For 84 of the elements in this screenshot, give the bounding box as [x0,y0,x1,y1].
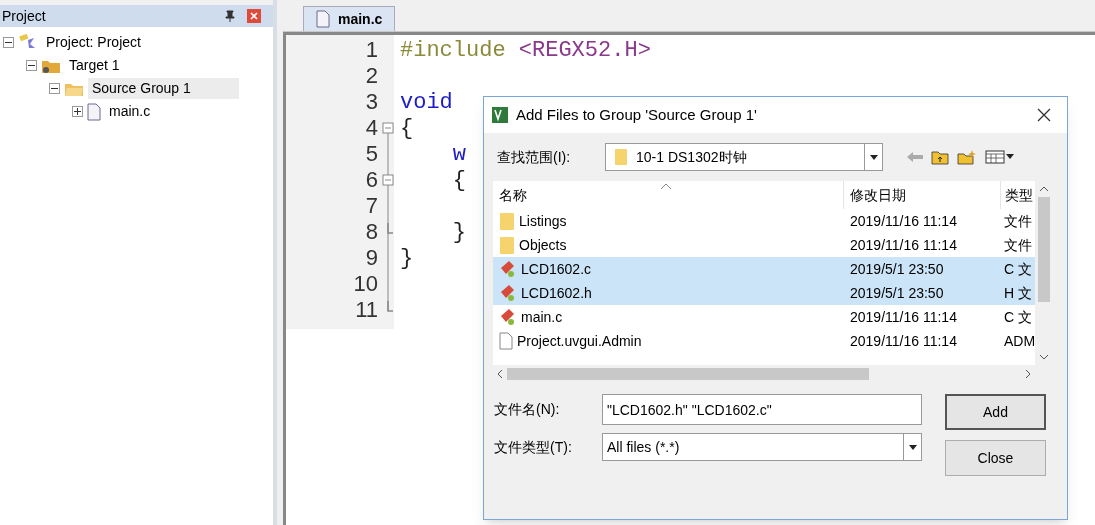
tree-item[interactable]: main.c [105,101,155,122]
file-name: Objects [519,235,567,255]
file-date: 2019/5/1 23:50 [849,259,945,279]
line-number: 4 [365,115,378,141]
pin-icon[interactable] [225,10,235,22]
tree-item[interactable]: Source Group 1 [88,78,239,99]
file-date: 2019/11/16 11:14 [849,331,958,351]
code-line: w [451,140,466,169]
file-type: H 文 [1003,283,1033,303]
line-number: 7 [365,193,378,219]
file-name-label: 文件名(N): [494,400,561,419]
scrollbar-thumb[interactable] [1037,197,1050,302]
code-line: { [451,166,466,195]
line-number: 11 [355,297,378,323]
file-row[interactable]: Listings 2019/11/16 11:14 文件 [493,209,1035,233]
editor-tab[interactable]: main.c [303,6,396,31]
scrollbar-thumb[interactable] [507,367,869,380]
file-row[interactable]: main.c 2019/11/16 11:14 C 文 [493,305,1035,329]
line-number: 3 [365,89,378,115]
close-icon[interactable] [1037,108,1051,122]
tree-item[interactable]: Target 1 [65,55,124,76]
column-header[interactable]: 名称 [493,181,843,209]
code-line: { [399,114,414,143]
line-number: 5 [365,141,378,167]
file-date: 2019/11/16 11:14 [849,235,958,255]
file-type-dropdown[interactable]: All files (*.*) [602,433,922,461]
file-type-value: All files (*.*) [607,437,681,457]
collapse-icon[interactable] [49,83,60,94]
dialog-button[interactable]: Close [945,440,1046,476]
code-line: } [451,218,466,247]
new-folder-icon[interactable] [957,149,977,165]
file-name: Project.uvgui.Admin [517,331,642,351]
look-in-dropdown[interactable]: 10-1 DS1302时钟 [605,143,883,171]
source-file-icon [499,284,517,302]
dialog-title: Add Files to Group 'Source Group 1' [516,104,758,125]
panel-title: Project [1,6,46,26]
up-folder-icon[interactable] [931,149,949,165]
file-icon [87,102,101,121]
file-type-label: 文件类型(T): [494,437,573,457]
file-name-field[interactable]: "LCD1602.h" "LCD1602.c" [602,394,922,425]
file-row[interactable]: LCD1602.c 2019/5/1 23:50 C 文 [493,257,1035,281]
fold-icon[interactable] [382,174,394,186]
line-number: 10 [353,271,378,297]
folder-icon [614,148,628,166]
file-row[interactable]: Project.uvgui.Admin 2019/11/16 11:14 ADM [493,329,1035,353]
file-name: LCD1602.c [521,259,592,279]
line-number: 9 [365,245,378,271]
file-row[interactable]: Objects 2019/11/16 11:14 文件 [493,233,1035,257]
file-type: 文件 [1003,211,1033,231]
source-file-icon [499,260,517,278]
file-icon [316,10,330,28]
look-in-value: 10-1 DS1302时钟 [636,147,748,167]
file-type: ADM [1003,331,1035,351]
file-date: 2019/5/1 23:50 [849,283,945,303]
expand-icon[interactable] [72,106,83,117]
code-line: void [399,88,453,117]
file-type: 文件 [1003,235,1033,255]
dialog-button[interactable]: Add [945,394,1046,430]
view-menu-icon[interactable] [985,150,1015,164]
collapse-icon[interactable] [3,37,14,48]
folder-icon [499,211,515,231]
tab-label: main.c [338,9,383,29]
document-icon [499,332,513,350]
app-icon [492,107,508,123]
file-date: 2019/11/16 11:14 [849,307,958,327]
line-number: 8 [365,219,378,245]
tree-item[interactable]: Project: Project [42,32,145,53]
folder-icon [499,235,515,255]
file-name: LCD1602.h [521,283,592,303]
file-name: Listings [519,211,567,231]
source-file-icon [499,308,517,326]
collapse-icon[interactable] [26,60,37,71]
look-in-label: 查找范围(I): [497,147,572,167]
line-number: 1 [365,37,378,63]
file-name: main.c [521,307,563,327]
column-header[interactable]: 修改日期 [843,181,1000,209]
code-line: } [399,244,414,273]
line-number: 2 [365,63,378,89]
code-line: #include <REGX52.H> [399,36,651,65]
file-type: C 文 [1003,307,1033,327]
line-number: 6 [365,167,378,193]
file-row[interactable]: LCD1602.h 2019/5/1 23:50 H 文 [493,281,1035,305]
file-date: 2019/11/16 11:14 [849,211,958,231]
file-type: C 文 [1003,259,1033,279]
